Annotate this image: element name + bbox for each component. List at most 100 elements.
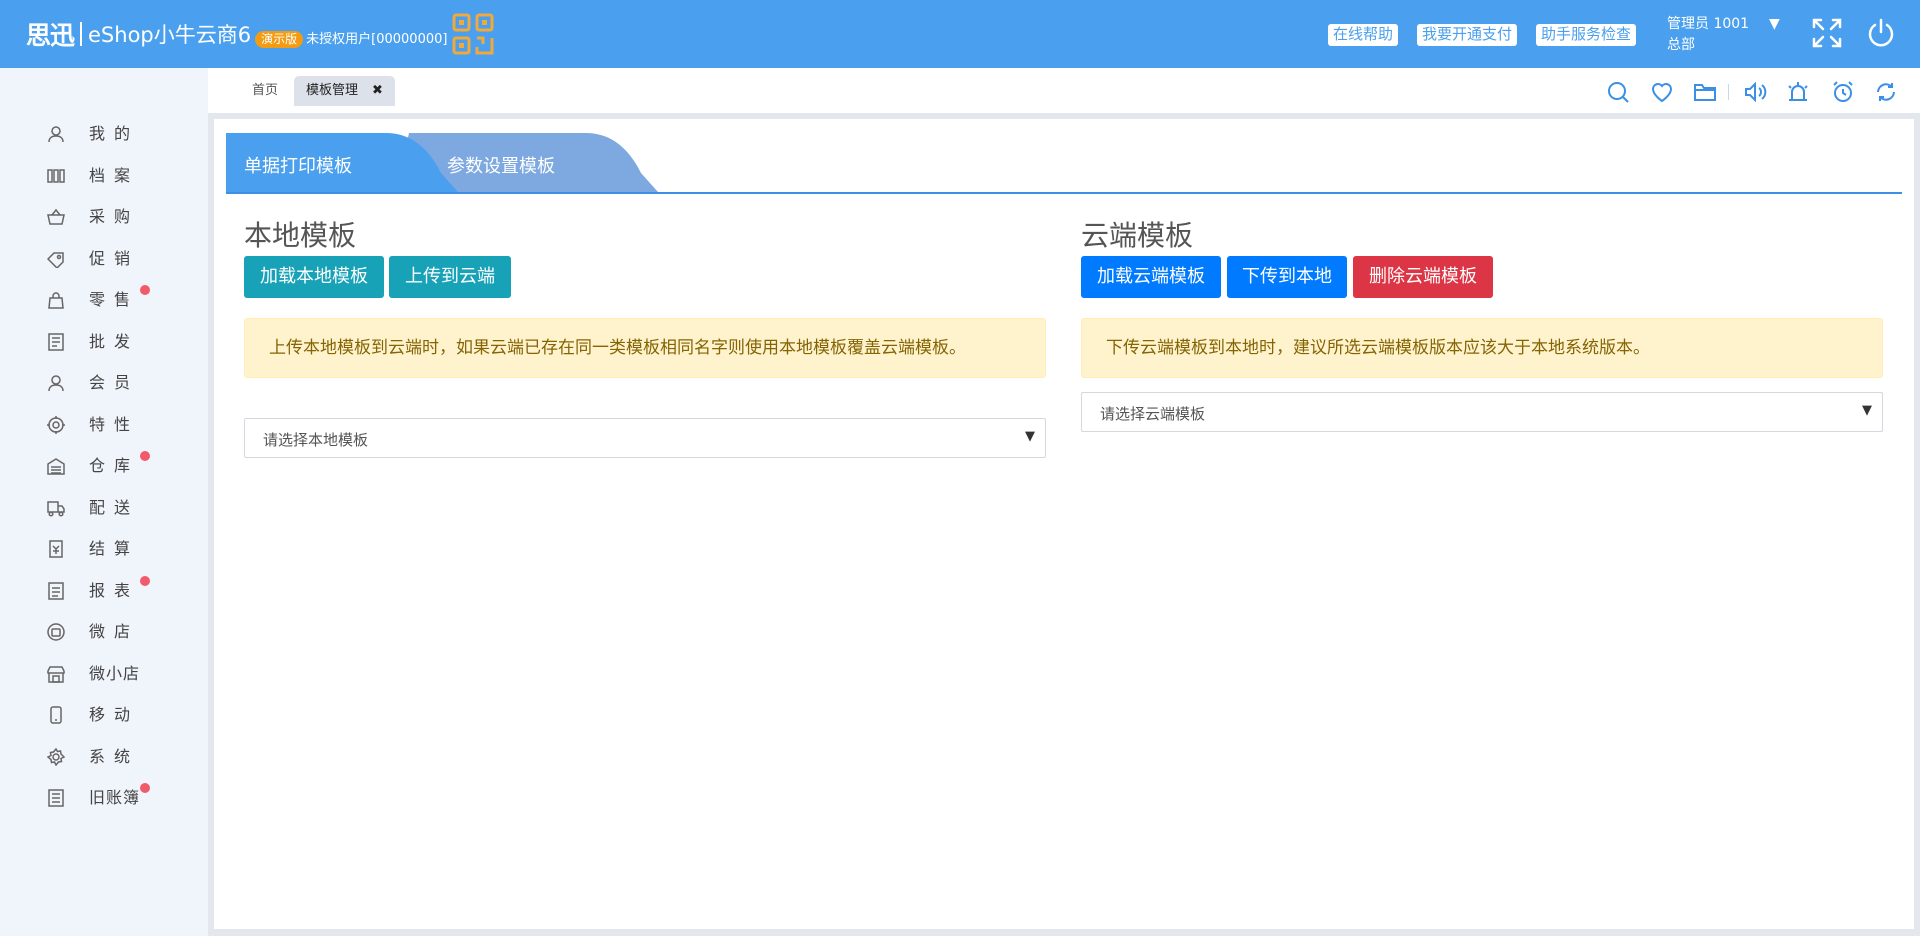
shopping-bag-icon [48,292,64,309]
speaker-icon[interactable] [1743,80,1767,104]
sidebar-item-wholesale[interactable]: 批发 [0,325,208,359]
power-icon[interactable] [1864,16,1898,50]
tab-template-management[interactable]: 模板管理 ✖ [294,76,395,106]
product-name: eShop小牛云商6 [88,23,252,47]
sidebar-item-label: 特性 [89,415,140,434]
user-dropdown-caret[interactable]: ▼ [1769,16,1780,32]
search-icon[interactable] [1606,80,1630,104]
sidebar-item-system[interactable]: 系统 [0,740,208,774]
notification-dot [140,451,150,461]
sidebar-item-member[interactable]: 会员 [0,366,208,400]
sidebar-item-label: 批发 [89,332,140,351]
brand-separator [80,22,83,46]
tab-parameter-template[interactable]: 参数设置模板 [447,152,555,178]
sidebar-item-label: 微小店 [89,664,141,683]
sidebar-item-purchase[interactable]: 采购 [0,200,208,234]
sidebar-item-label: 系统 [89,747,140,766]
select-placeholder: 请选择本地模板 [263,431,369,449]
sidebar-item-warehouse[interactable]: 仓库 [0,449,208,483]
sidebar-item-mini-store[interactable]: 微小店 [0,657,208,691]
upload-to-cloud-button[interactable]: 上传到云端 [389,256,511,298]
toolbar-divider [1728,84,1729,100]
close-icon[interactable]: ✖ [372,83,383,98]
sidebar-item-label: 配送 [89,498,140,517]
local-template-title: 本地模板 [244,219,357,252]
sidebar-item-label: 档案 [89,166,140,185]
sidebar-item-mine[interactable]: 我的 [0,117,208,151]
sidebar-item-label: 微店 [89,622,140,641]
truck-icon [47,501,65,517]
sidebar: 我的 档案 采购 促销 零售 批发 会员 特性 仓库 配送 结算 报表 微店 微… [0,68,208,936]
sidebar-item-mobile[interactable]: 移动 [0,698,208,732]
notification-dot [140,783,150,793]
sidebar-item-label: 促销 [89,249,140,268]
assistant-check-link[interactable]: 助手服务检查 [1536,24,1637,46]
brand-logo: 思迅 [26,21,75,50]
heart-icon[interactable] [1650,80,1674,104]
select-placeholder: 请选择云端模板 [1100,405,1206,423]
sidebar-item-label: 零售 [89,290,140,309]
load-cloud-template-button[interactable]: 加载云端模板 [1081,256,1221,298]
archive-icon [47,169,65,183]
cloud-template-select[interactable]: 请选择云端模板 ▼ [1081,392,1883,432]
mini-store-icon [47,666,65,683]
user-branch: 总部 [1667,37,1695,53]
chevron-down-icon: ▼ [1862,403,1872,418]
online-help-link[interactable]: 在线帮助 [1328,24,1399,46]
brand: 思迅 eShop小牛云商6 演示版 未授权用户[00000000] [26,13,494,55]
enable-payment-link[interactable]: 我要开通支付 [1417,24,1518,46]
gear-icon [47,748,65,766]
sidebar-item-label: 报表 [89,581,140,600]
warehouse-icon [47,458,65,475]
tab-home[interactable]: 首页 [240,76,290,106]
sidebar-item-label: 结算 [89,539,140,558]
cloud-template-title: 云端模板 [1081,219,1194,252]
sidebar-item-report[interactable]: 报表 [0,574,208,608]
unauthorized-user-label: 未授权用户[00000000] [306,31,448,47]
top-header: 思迅 eShop小牛云商6 演示版 未授权用户[00000000] 在线帮助 我… [0,0,1920,68]
alarm-light-icon[interactable] [1786,80,1810,104]
sidebar-item-label: 移动 [89,705,140,724]
settlement-icon [49,540,63,558]
sidebar-item-archive[interactable]: 档案 [0,159,208,193]
tabs-underline [226,192,1902,194]
sidebar-item-promotion[interactable]: 促销 [0,242,208,276]
sidebar-item-old-ledger[interactable]: 旧账簿 [0,781,208,815]
alarm-clock-icon[interactable] [1831,80,1855,104]
sidebar-item-label: 仓库 [89,456,140,475]
sidebar-item-settlement[interactable]: 结算 [0,532,208,566]
user-menu[interactable]: 管理员 1001 总部 [1667,14,1749,56]
local-warning-alert: 上传本地模板到云端时，如果云端已存在同一类模板相同名字则使用本地模板覆盖云端模板… [244,318,1046,378]
notification-dot [140,576,150,586]
chevron-down-icon: ▼ [1025,429,1035,444]
user-name: 管理员 1001 [1667,16,1750,32]
cloud-warning-alert: 下传云端模板到本地时，建议所选云端模板版本应该大于本地系统版本。 [1081,318,1883,378]
qr-code-icon[interactable] [452,13,494,55]
demo-badge: 演示版 [255,30,304,48]
sidebar-item-label: 旧账簿 [89,788,141,807]
sidebar-item-label: 采购 [89,207,140,226]
main-panel [214,119,1914,929]
invoice-icon [48,333,64,351]
refresh-icon[interactable] [1874,80,1898,104]
folder-icon[interactable] [1693,80,1717,104]
tag-icon [47,252,64,268]
sidebar-item-label: 会员 [89,373,140,392]
fullscreen-icon[interactable] [1810,16,1844,50]
sidebar-item-wechat-store[interactable]: 微店 [0,615,208,649]
mobile-icon [50,706,62,724]
target-icon [47,416,65,434]
local-template-select[interactable]: 请选择本地模板 ▼ [244,418,1046,458]
load-local-template-button[interactable]: 加载本地模板 [244,256,384,298]
sidebar-item-feature[interactable]: 特性 [0,408,208,442]
tab-label: 模板管理 [306,83,359,98]
download-to-local-button[interactable]: 下传到本地 [1227,256,1347,298]
template-type-tabs: 单据打印模板 参数设置模板 [226,133,1902,195]
basket-icon [47,208,65,225]
delete-cloud-template-button[interactable]: 删除云端模板 [1353,256,1493,298]
sidebar-item-retail[interactable]: 零售 [0,283,208,317]
tab-document-print-template[interactable]: 单据打印模板 [244,152,352,178]
sidebar-item-delivery[interactable]: 配送 [0,491,208,525]
notification-dot [140,285,150,295]
member-icon [48,375,64,392]
